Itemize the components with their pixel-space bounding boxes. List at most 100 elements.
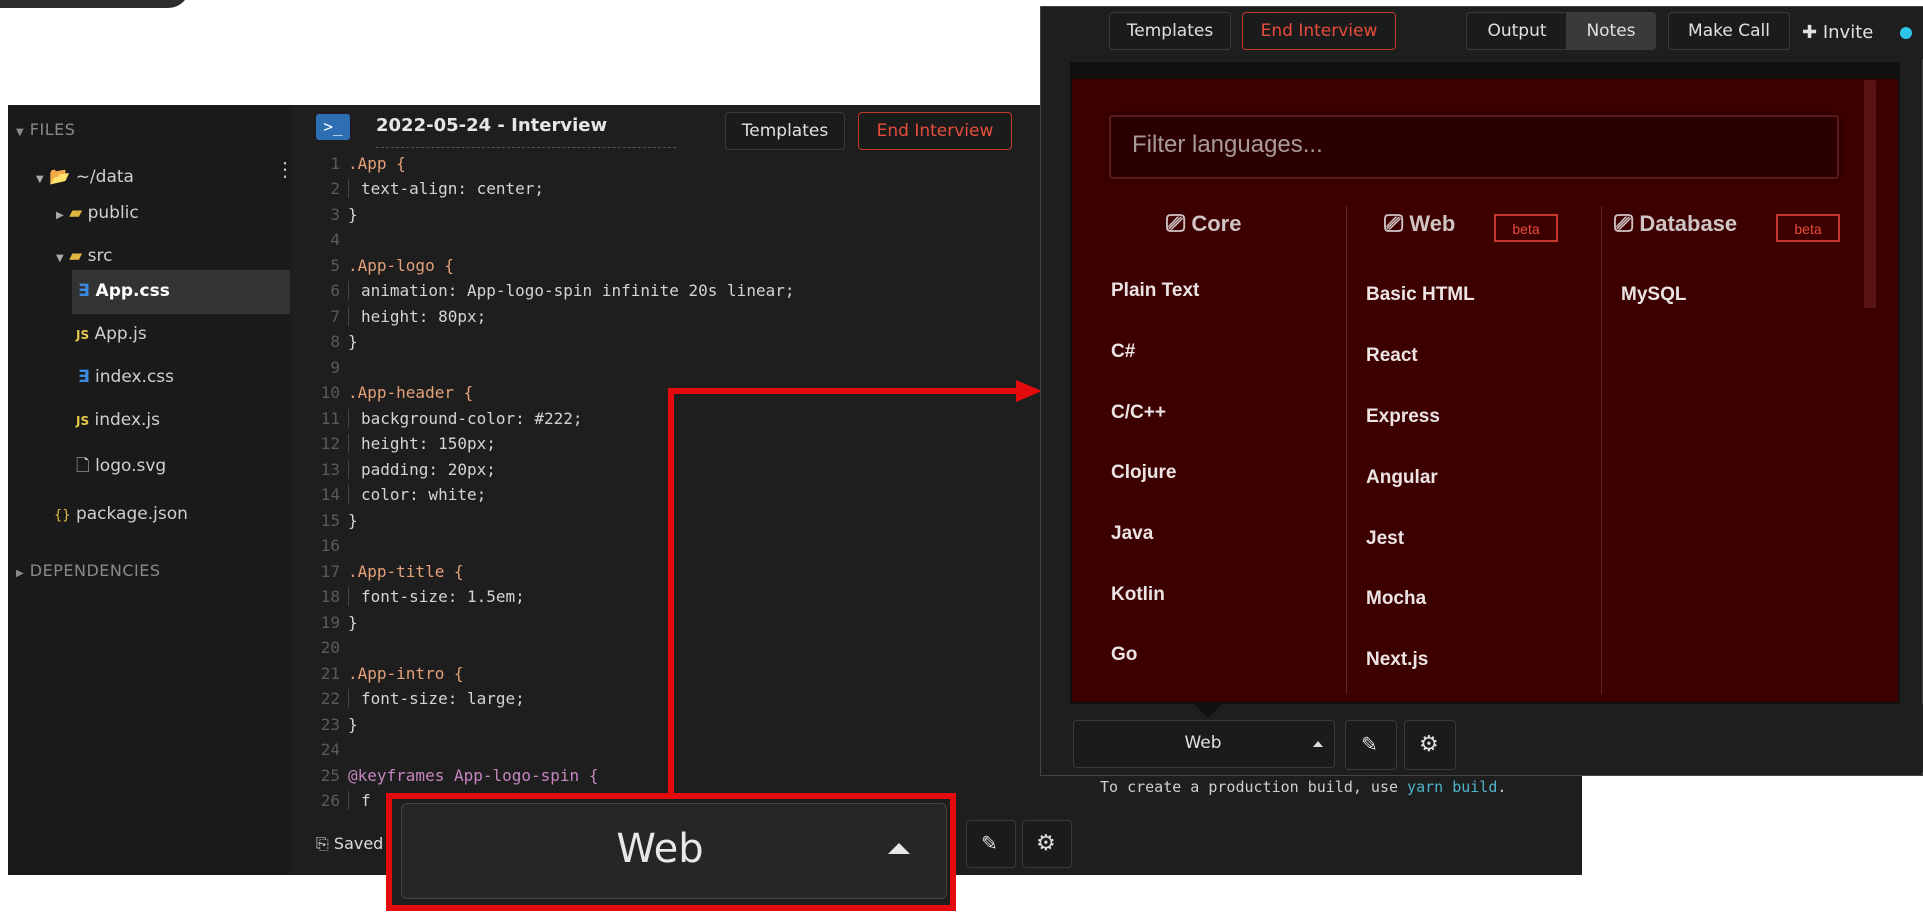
code-line: 5 .App-logo { (330, 256, 454, 275)
settings-button[interactable]: ⚙ (1404, 720, 1456, 770)
language-item[interactable]: MySQL (1621, 284, 1686, 306)
json-file-icon: {} (54, 508, 71, 523)
saved-status: ⎘ Saved (316, 834, 384, 853)
column-header-database: ⎚ Database (1614, 210, 1738, 237)
language-item[interactable]: Go (1111, 644, 1137, 666)
language-select-label: Web (1184, 733, 1222, 753)
sidebar-item-app-js[interactable]: JS App.js (76, 324, 147, 344)
callout-arrow-head (1016, 380, 1042, 402)
language-item[interactable]: Next.js (1366, 649, 1428, 671)
code-window-icon: ⎚ (1166, 210, 1186, 237)
code-line: 22 font-size: large; (320, 689, 525, 708)
beta-badge: beta (1494, 214, 1558, 242)
language-item[interactable]: Mocha (1366, 588, 1426, 610)
sidebar-item-root-folder[interactable]: ▼ 📂 ~/data (36, 167, 134, 187)
column-divider (1601, 206, 1602, 694)
callout-arrow-line (668, 388, 674, 796)
dropdown-scrollbar[interactable] (1864, 80, 1876, 308)
language-item[interactable]: C# (1111, 341, 1135, 363)
make-call-button[interactable]: Make Call (1668, 12, 1790, 50)
column-divider (1346, 206, 1347, 694)
status-dot (1900, 27, 1912, 39)
gear-icon: ⚙ (1036, 830, 1056, 855)
code-line: 24 (320, 740, 340, 759)
code-line: 6 animation: App-logo-spin infinite 20s l… (330, 281, 795, 300)
dropdown-pointer (1194, 704, 1222, 718)
file-title[interactable]: 2022-05-24 - Interview (376, 115, 607, 136)
gear-icon: ⚙ (1419, 731, 1439, 756)
edit-button[interactable]: ✎ (1345, 720, 1397, 770)
sidebar-item-index-js[interactable]: JS index.js (76, 410, 160, 430)
css-file-icon: ∃ (78, 281, 90, 301)
code-line: 20 (320, 638, 340, 657)
language-select-label: Web (616, 826, 704, 872)
web-window-icon: ⎚ (1384, 210, 1404, 237)
code-line: 7 height: 80px; (330, 307, 487, 326)
code-line: 13 padding: 20px; (320, 460, 496, 479)
files-header[interactable]: ▼ FILES (16, 120, 75, 139)
filter-placeholder: Filter languages... (1132, 131, 1323, 158)
beta-badge: beta (1776, 214, 1840, 242)
language-item[interactable]: Clojure (1111, 462, 1176, 484)
pencil-icon: ✎ (1361, 734, 1378, 756)
language-item[interactable]: React (1366, 345, 1418, 367)
language-item[interactable]: Basic HTML (1366, 284, 1475, 306)
dependencies-header[interactable]: ▶ DEPENDENCIES (16, 561, 161, 580)
code-line: 18 font-size: 1.5em; (320, 587, 525, 606)
tab-notes[interactable]: Notes (1566, 12, 1656, 50)
sidebar-item-index-css[interactable]: ∃ index.css (78, 367, 174, 387)
js-file-icon: JS (76, 414, 90, 428)
code-line: 2 text-align: center; (330, 179, 545, 198)
title-underline (376, 147, 676, 149)
sidebar-item-package-json[interactable]: {} package.json (54, 504, 188, 524)
language-item[interactable]: Angular (1366, 467, 1438, 489)
templates-button[interactable]: Templates (1109, 12, 1231, 50)
database-window-icon: ⎚ (1614, 210, 1634, 237)
code-line: 10 .App-header { (320, 383, 474, 402)
code-line: 25 @keyframes App-logo-spin { (320, 766, 599, 785)
code-line: 17 .App-title { (320, 562, 464, 581)
caret-up-icon (1313, 741, 1323, 747)
language-item[interactable]: C/C++ (1111, 402, 1166, 424)
code-line: 1 .App { (330, 154, 406, 173)
end-interview-button[interactable]: End Interview (858, 112, 1012, 150)
folder-open-icon: 📂 (49, 167, 71, 187)
code-line: 26 f (320, 791, 371, 810)
language-item[interactable]: Java (1111, 523, 1153, 545)
end-interview-button[interactable]: End Interview (1242, 12, 1396, 50)
code-line: 21 .App-intro { (320, 664, 464, 683)
folder-open-icon: ▰ (69, 246, 83, 266)
plus-icon: ✚ (1802, 22, 1818, 43)
sidebar-item-logo-svg[interactable]: 🗋 logo.svg (76, 453, 166, 482)
settings-button[interactable]: ⚙ (1022, 820, 1072, 868)
saved-icon: ⎘ (316, 834, 329, 853)
language-item[interactable]: Express (1366, 406, 1440, 428)
code-line: 11 background-color: #222; (320, 409, 583, 428)
language-item[interactable]: Jest (1366, 528, 1404, 550)
invite-button[interactable]: ✚ Invite (1802, 22, 1873, 43)
code-line: 23} (320, 715, 358, 734)
sidebar-item-app-css[interactable]: ∃ App.css (78, 281, 170, 301)
tab-output[interactable]: Output (1466, 12, 1568, 50)
code-line: 15} (320, 511, 358, 530)
code-line: 12 height: 150px; (320, 434, 496, 453)
folder-icon: ▰ (69, 203, 83, 223)
language-item[interactable]: Kotlin (1111, 584, 1165, 606)
js-file-icon: JS (76, 328, 90, 342)
edit-button[interactable]: ✎ (966, 820, 1016, 868)
more-options-icon[interactable]: ⋮ (275, 160, 295, 180)
terminal-icon[interactable]: >_ (316, 114, 350, 140)
column-header-web: ⎚ Web (1384, 210, 1456, 237)
dropdown-header-strip (1072, 64, 1898, 79)
code-line: 3} (330, 205, 358, 224)
code-line: 8} (330, 332, 358, 351)
file-sidebar (8, 105, 291, 875)
templates-button[interactable]: Templates (725, 112, 845, 150)
sidebar-item-public[interactable]: ▶ ▰ public (56, 203, 139, 223)
language-item[interactable]: Plain Text (1111, 280, 1199, 302)
callout-arrow-line (668, 388, 1016, 394)
file-icon: 🗋 (76, 456, 90, 476)
sidebar-item-src[interactable]: ▼ ▰ src (56, 246, 112, 266)
window-corner-tab (0, 0, 190, 8)
css-file-icon: ∃ (78, 367, 90, 387)
